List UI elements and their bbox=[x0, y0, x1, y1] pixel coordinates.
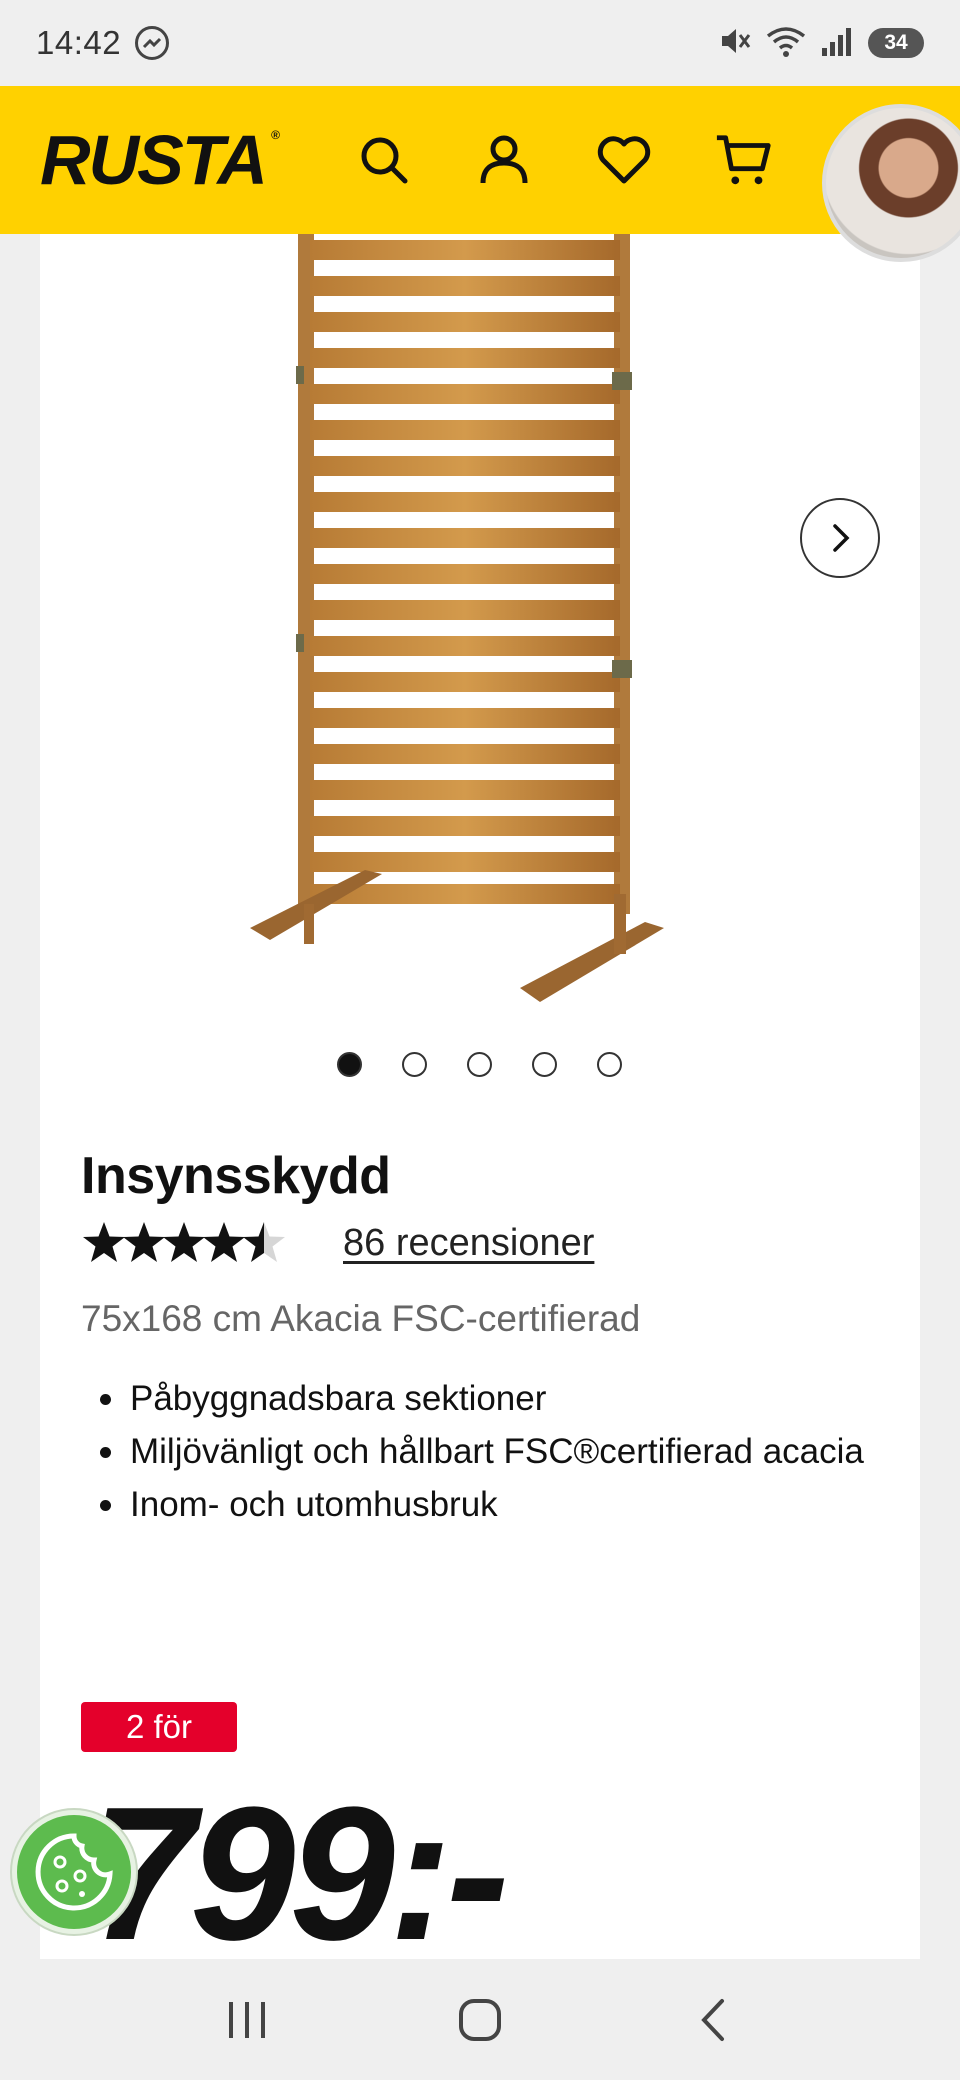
battery-icon: 34 bbox=[868, 28, 924, 58]
price: 799:- bbox=[90, 1768, 510, 1980]
gallery-pagination bbox=[337, 1052, 622, 1077]
promo-badge: 2 för bbox=[81, 1702, 237, 1752]
back-icon[interactable] bbox=[678, 1985, 748, 2055]
gallery-dot-4[interactable] bbox=[532, 1052, 557, 1077]
mute-icon bbox=[718, 24, 752, 63]
system-nav-bar bbox=[0, 1959, 960, 2080]
cookie-icon bbox=[35, 1833, 113, 1911]
header-actions bbox=[354, 130, 774, 190]
star-icon bbox=[203, 1222, 245, 1262]
cookie-settings-button[interactable] bbox=[12, 1810, 136, 1934]
star-icon bbox=[83, 1222, 125, 1262]
screen: 14:42 34 RUSTA ® Insynsskydd 86 recensio… bbox=[0, 0, 960, 2080]
product-subtitle: 75x168 cm Akacia FSC-certifierad bbox=[81, 1298, 641, 1339]
rating-row: 86 recensioner bbox=[81, 1220, 594, 1266]
chevron-right-icon bbox=[833, 524, 850, 552]
star-icon bbox=[123, 1222, 165, 1262]
search-icon[interactable] bbox=[354, 130, 414, 190]
recent-apps-icon[interactable] bbox=[212, 1985, 282, 2055]
product-title: Insynsskydd bbox=[81, 1147, 391, 1205]
status-time: 14:42 bbox=[36, 24, 122, 61]
gallery-dot-1[interactable] bbox=[337, 1052, 362, 1077]
heart-icon[interactable] bbox=[594, 130, 654, 190]
gallery-dot-3[interactable] bbox=[467, 1052, 492, 1077]
half-star-icon bbox=[243, 1222, 285, 1262]
rating-stars bbox=[81, 1220, 325, 1266]
product-card: Insynsskydd 86 recensioner 75x168 cm Aka… bbox=[40, 234, 949, 2080]
messenger-icon bbox=[135, 26, 170, 60]
reviews-link[interactable]: 86 recensioner bbox=[343, 1222, 594, 1265]
site-header: RUSTA ® bbox=[0, 86, 960, 234]
rusta-logo[interactable]: RUSTA ® bbox=[40, 120, 280, 200]
status-icons: 34 bbox=[718, 24, 924, 63]
cart-icon[interactable] bbox=[714, 130, 774, 190]
wifi-icon bbox=[766, 24, 806, 63]
gallery-dot-5[interactable] bbox=[597, 1052, 622, 1077]
status-bar: 14:42 34 bbox=[0, 0, 960, 86]
logo-text: RUSTA bbox=[40, 121, 268, 199]
feature-list: Påbyggnadsbara sektioner Miljövänligt oc… bbox=[100, 1372, 890, 1531]
next-image-button[interactable] bbox=[800, 498, 880, 578]
star-icon bbox=[163, 1222, 205, 1262]
feature-item: Inom- och utomhusbruk bbox=[100, 1478, 890, 1531]
account-icon[interactable] bbox=[474, 130, 534, 190]
product-image[interactable] bbox=[240, 234, 800, 1014]
feature-item: Påbyggnadsbara sektioner bbox=[100, 1372, 890, 1425]
feature-item: Miljövänligt och hållbart FSC®certifiera… bbox=[100, 1425, 890, 1478]
home-icon[interactable] bbox=[445, 1985, 515, 2055]
gallery-dot-2[interactable] bbox=[402, 1052, 427, 1077]
signal-icon bbox=[820, 24, 854, 63]
